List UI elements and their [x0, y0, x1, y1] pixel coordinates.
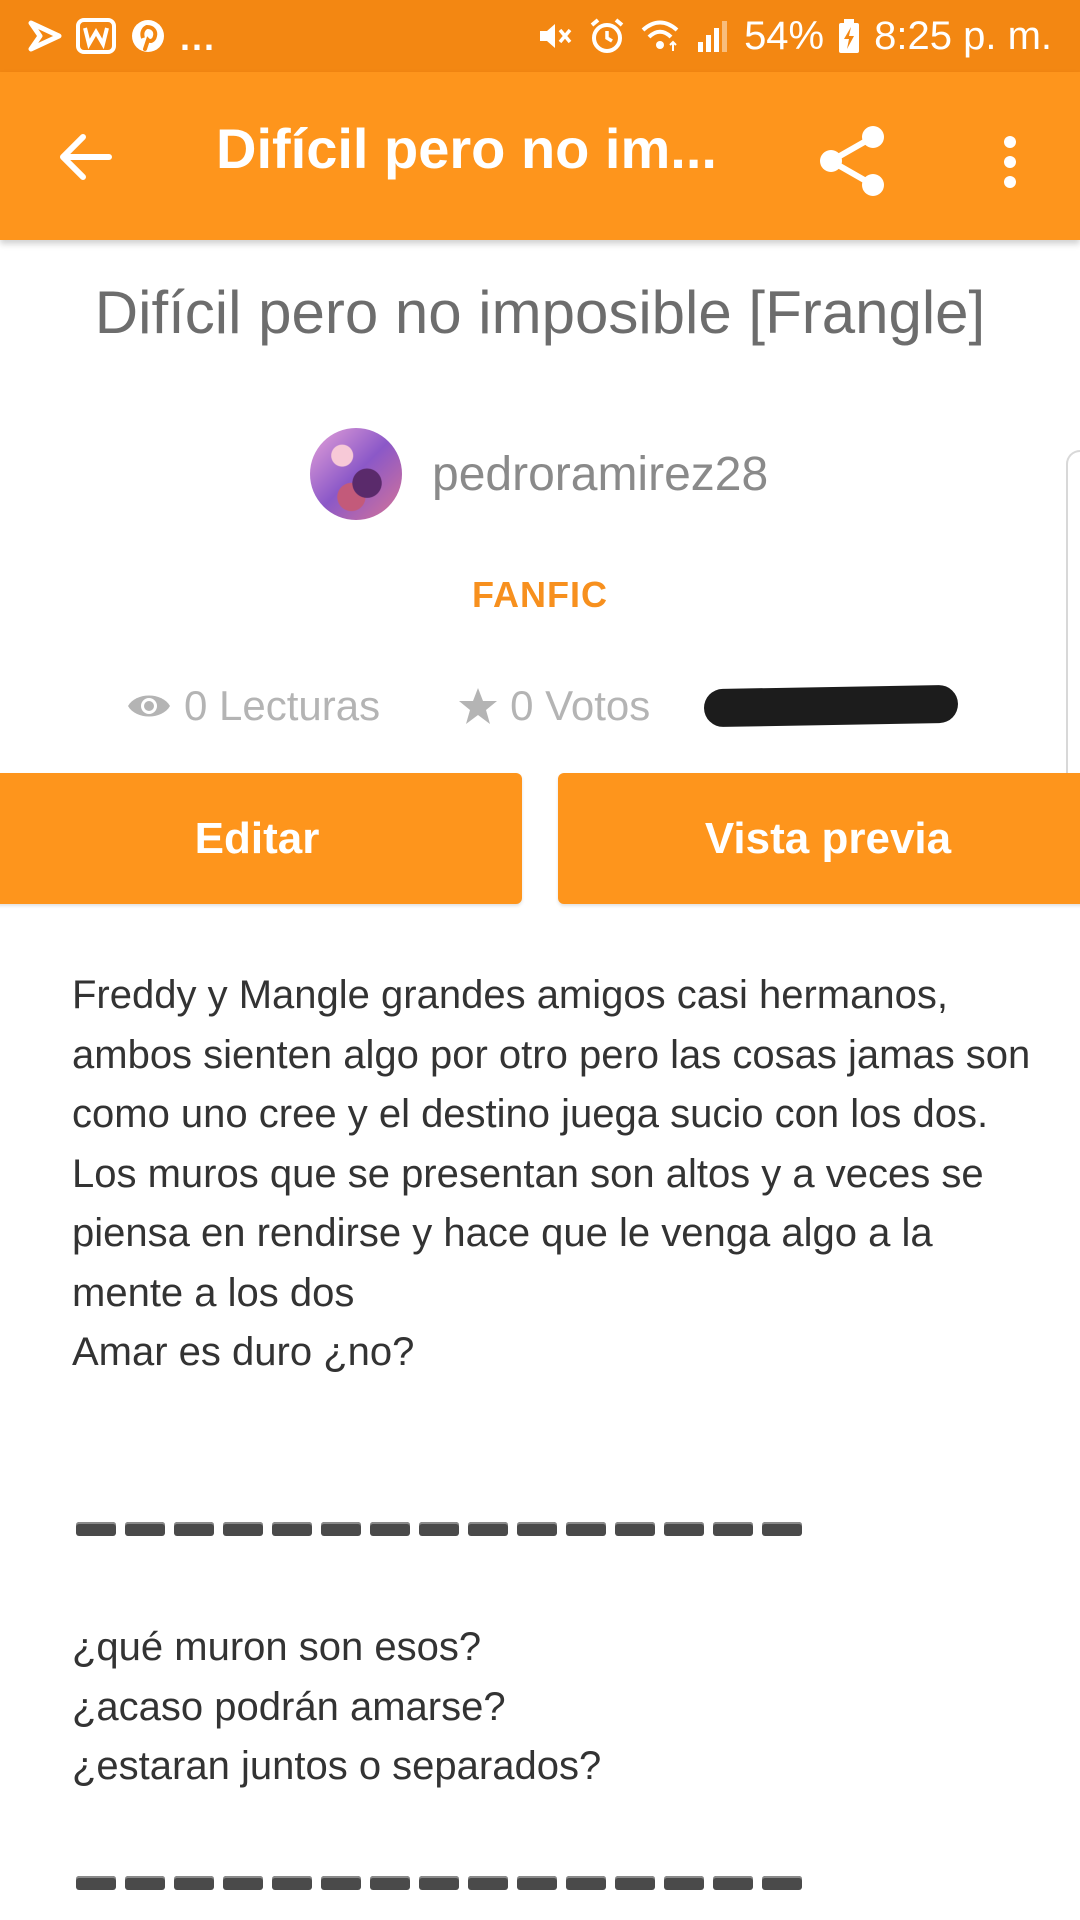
- divider-dash: [223, 1876, 263, 1890]
- signal-icon: [694, 18, 730, 54]
- share-icon: [820, 126, 884, 196]
- divider-dash: [272, 1522, 312, 1536]
- reads-stat: 0 Lecturas: [126, 682, 380, 730]
- divider-dash: [76, 1876, 116, 1890]
- stats-row: 0 Lecturas 0 Votos: [126, 676, 959, 736]
- question-list: ¿qué muron son esos? ¿acaso podrán amars…: [72, 1618, 1032, 1797]
- divider-dash: [713, 1522, 753, 1536]
- avatar[interactable]: [310, 428, 402, 520]
- votes-stat: 0 Votos: [458, 682, 650, 730]
- divider-dash: [468, 1876, 508, 1890]
- divider-dash: [566, 1876, 606, 1890]
- redacted-mark: [703, 684, 959, 728]
- divider-dash: [615, 1522, 655, 1536]
- app-bar: Difícil pero no im...: [0, 72, 1080, 240]
- vibrate-mute-icon: [536, 18, 574, 54]
- side-scroll-handle[interactable]: [1066, 450, 1080, 810]
- divider-dash: [762, 1876, 802, 1890]
- notification-overflow: ...: [180, 17, 217, 58]
- divider-dash: [321, 1522, 361, 1536]
- wifi-icon: [640, 18, 680, 54]
- description-paragraph: Freddy y Mangle grandes amigos casi herm…: [72, 973, 1031, 1136]
- author-row[interactable]: pedroramirez28: [310, 428, 768, 520]
- notification-icons: ...: [28, 13, 216, 59]
- app-bar-title: Difícil pero no im...: [216, 117, 716, 180]
- divider-dash: [664, 1876, 704, 1890]
- more-options-button[interactable]: [990, 122, 1030, 202]
- category-tag[interactable]: FANFIC: [0, 574, 1080, 616]
- eye-icon: [128, 695, 170, 717]
- divider-dash: [174, 1876, 214, 1890]
- divider-dash: [566, 1522, 606, 1536]
- clock: 8:25 p. m.: [874, 13, 1052, 58]
- divider-dash: [419, 1876, 459, 1890]
- more-vert-icon: [1004, 136, 1016, 188]
- arrow-left-icon: [60, 134, 112, 180]
- checkmark-play-icon: [28, 19, 62, 53]
- author-name[interactable]: pedroramirez28: [432, 447, 768, 502]
- battery-charging-icon: [838, 18, 860, 54]
- divider-dash: [125, 1876, 165, 1890]
- divider-dash: [664, 1522, 704, 1536]
- divider-dash: [370, 1876, 410, 1890]
- divider-dash: [76, 1522, 116, 1536]
- divider-dash: [321, 1876, 361, 1890]
- story-title: Difícil pero no imposible [Frangle]: [94, 279, 986, 346]
- divider-dash: [468, 1522, 508, 1536]
- divider-dash: [517, 1522, 557, 1536]
- divider-dash: [125, 1522, 165, 1536]
- divider-dash: [223, 1522, 263, 1536]
- divider-dash: [517, 1876, 557, 1890]
- share-button[interactable]: [808, 116, 898, 206]
- divider-dash: [762, 1522, 802, 1536]
- divider-dash: [615, 1876, 655, 1890]
- divider-dash: [272, 1876, 312, 1890]
- divider-dash: [419, 1522, 459, 1536]
- reads-count: 0 Lecturas: [184, 682, 381, 729]
- edit-button[interactable]: Editar: [0, 773, 522, 904]
- alarm-icon: [588, 17, 626, 55]
- votes-count: 0 Votos: [510, 682, 651, 729]
- system-icons: 54% 8:25 p. m.: [536, 14, 1052, 59]
- question-line: ¿estaran juntos o separados?: [72, 1744, 602, 1788]
- battery-percent: 54%: [744, 13, 825, 58]
- story-description: Freddy y Mangle grandes amigos casi herm…: [72, 966, 1032, 1383]
- status-bar: ... 54% 8:25 p. m.: [0, 0, 1080, 72]
- description-paragraph: Amar es duro ¿no?: [72, 1330, 415, 1374]
- star-icon: [459, 688, 498, 724]
- pinterest-icon: [130, 18, 166, 54]
- question-line: ¿acaso podrán amarse?: [72, 1684, 506, 1729]
- back-button[interactable]: [50, 122, 120, 192]
- divider-dash: [174, 1522, 214, 1536]
- divider-dash: [713, 1876, 753, 1890]
- description-paragraph: Los muros que se presentan son altos y a…: [72, 1151, 984, 1315]
- wattpad-w-icon: [76, 18, 116, 54]
- question-line: ¿qué muron son esos?: [72, 1625, 482, 1669]
- divider-dashes: [76, 1522, 802, 1536]
- divider-dashes: [76, 1876, 802, 1890]
- preview-button[interactable]: Vista previa: [558, 773, 1080, 904]
- divider-dash: [370, 1522, 410, 1536]
